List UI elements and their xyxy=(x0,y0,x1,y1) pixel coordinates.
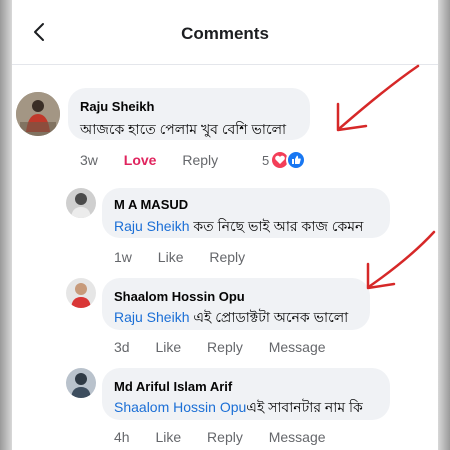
comment-actions: 3d Like Reply Message xyxy=(114,339,348,355)
mention-link[interactable]: Raju Sheikh xyxy=(114,218,190,234)
comment-body: কত নিছে ভাই আর কাজ কেমন xyxy=(189,218,364,234)
avatar-image xyxy=(66,368,96,398)
right-frame-border xyxy=(438,0,450,450)
comment-body: এই সাবানটার নাম কি xyxy=(246,399,363,415)
comment-text: আজকে হাতে পেলাম খুব বেশি ভালো xyxy=(80,121,287,137)
like-button[interactable]: Like xyxy=(155,429,181,445)
page-title: Comments xyxy=(181,24,269,43)
comment-author[interactable]: M A MASUD xyxy=(114,197,188,212)
avatar-m-a-masud[interactable] xyxy=(66,188,96,218)
comment-author[interactable]: Raju Sheikh xyxy=(80,99,154,114)
avatar-image xyxy=(66,188,96,218)
message-button[interactable]: Message xyxy=(269,339,326,355)
mention-link[interactable]: Raju Sheikh xyxy=(114,309,190,325)
love-reaction-button[interactable]: Love xyxy=(124,152,157,168)
comment-text: Raju Sheikh কত নিছে ভাই আর কাজ কেমন xyxy=(114,215,363,239)
reply-button[interactable]: Reply xyxy=(207,429,243,445)
avatar-image xyxy=(66,278,96,308)
comment-body: এই প্রোডাক্টটা অনেক ভালো xyxy=(189,309,349,325)
comment-actions: 3w Love Reply xyxy=(80,152,240,168)
header-divider xyxy=(12,64,438,65)
reply-button[interactable]: Reply xyxy=(182,152,218,168)
left-frame-border xyxy=(0,0,12,450)
avatar-md-ariful-islam-arif[interactable] xyxy=(66,368,96,398)
comment-time: 1w xyxy=(114,249,132,265)
comment-time: 3w xyxy=(80,152,98,168)
comment-author[interactable]: Md Ariful Islam Arif xyxy=(114,379,232,394)
comment-actions: 4h Like Reply Message xyxy=(114,429,348,445)
like-button[interactable]: Like xyxy=(155,339,181,355)
comment-actions: 1w Like Reply xyxy=(114,249,267,265)
comment-author[interactable]: Shaalom Hossin Opu xyxy=(114,289,245,304)
comment-time: 4h xyxy=(114,429,130,445)
comment-time: 3d xyxy=(114,339,130,355)
like-button[interactable]: Like xyxy=(158,249,184,265)
reply-button[interactable]: Reply xyxy=(209,249,245,265)
mention-link[interactable]: Shaalom Hossin Opu xyxy=(114,399,246,415)
like-reaction-icon xyxy=(286,150,306,170)
message-button[interactable]: Message xyxy=(269,429,326,445)
avatar-image xyxy=(16,92,60,136)
comments-header: Comments xyxy=(12,0,438,64)
reaction-count[interactable]: 5 xyxy=(262,153,269,168)
comment-text: Raju Sheikh এই প্রোডাক্টটা অনেক ভালো xyxy=(114,306,348,330)
avatar-shaalom-hossin-opu[interactable] xyxy=(66,278,96,308)
annotation-arrow-icon xyxy=(336,64,420,132)
annotation-arrow-icon xyxy=(366,230,436,290)
reply-button[interactable]: Reply xyxy=(207,339,243,355)
avatar-raju-sheikh[interactable] xyxy=(16,92,60,136)
comment-text: Shaalom Hossin Opuএই সাবানটার নাম কি xyxy=(114,396,363,420)
